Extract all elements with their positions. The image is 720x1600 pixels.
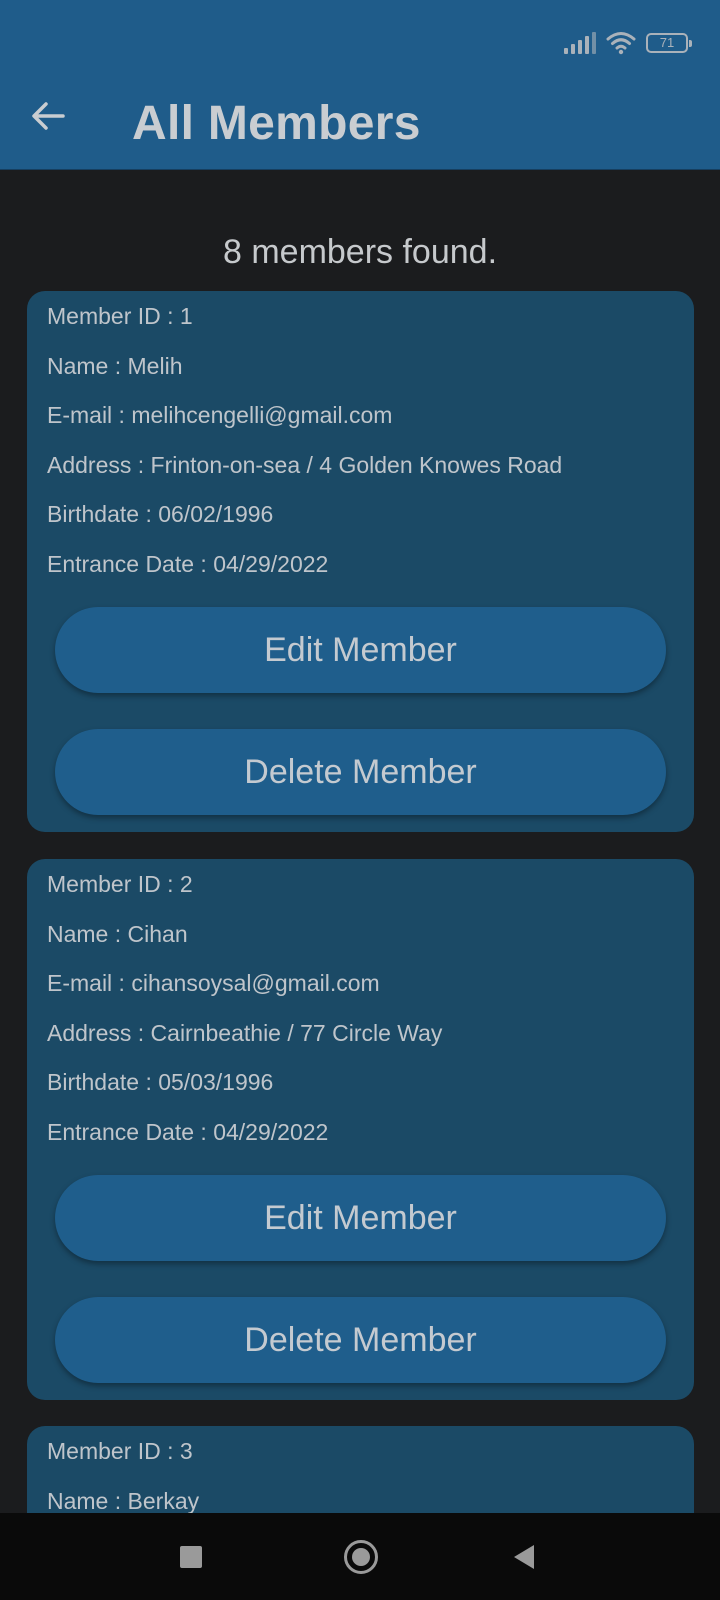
member-entrance-date: Entrance Date : 04/29/2022 (47, 550, 329, 577)
member-id: Member ID : 3 (47, 1438, 193, 1464)
status-bar: 71 (564, 28, 692, 58)
member-entrance-date: Entrance Date : 04/29/2022 (47, 1118, 329, 1145)
member-address: Address : Frinton-on-sea / 4 Golden Know… (47, 451, 563, 478)
member-name: Name : Melih (47, 352, 183, 379)
delete-member-button[interactable]: Delete Member (55, 729, 666, 815)
battery-icon: 71 (646, 33, 692, 53)
member-card: Member ID : 1 Name : Melih E-mail : meli… (27, 291, 694, 832)
member-birthdate: Birthdate : 06/02/1996 (47, 501, 274, 527)
member-birthdate: Birthdate : 05/03/1996 (47, 1069, 274, 1095)
member-address: Address : Cairnbeathie / 77 Circle Way (47, 1019, 443, 1046)
signal-icon (564, 32, 596, 54)
member-id: Member ID : 1 (47, 303, 193, 329)
delete-member-button[interactable]: Delete Member (55, 1297, 666, 1383)
back-button[interactable] (28, 96, 68, 136)
member-email: E-mail : melihcengelli@gmail.com (47, 402, 393, 428)
page-title: All Members (132, 97, 421, 150)
edit-member-button[interactable]: Edit Member (55, 607, 666, 693)
members-count: 8 members found. (222, 233, 498, 271)
edit-member-button[interactable]: Edit Member (55, 1175, 666, 1261)
battery-level: 71 (659, 35, 675, 50)
member-card: Member ID : 2 Name : Cihan E-mail : ciha… (27, 859, 694, 1400)
member-email: E-mail : cihansoysal@gmail.com (47, 970, 380, 996)
member-name: Name : Cihan (47, 920, 188, 947)
recents-icon[interactable] (180, 1546, 202, 1568)
wifi-icon (606, 31, 636, 55)
app-bar: 71 All Members (0, 0, 720, 170)
home-icon[interactable] (344, 1540, 378, 1574)
member-id: Member ID : 2 (47, 871, 193, 897)
nav-back-icon[interactable] (514, 1545, 534, 1569)
arrow-left-icon (32, 102, 65, 130)
